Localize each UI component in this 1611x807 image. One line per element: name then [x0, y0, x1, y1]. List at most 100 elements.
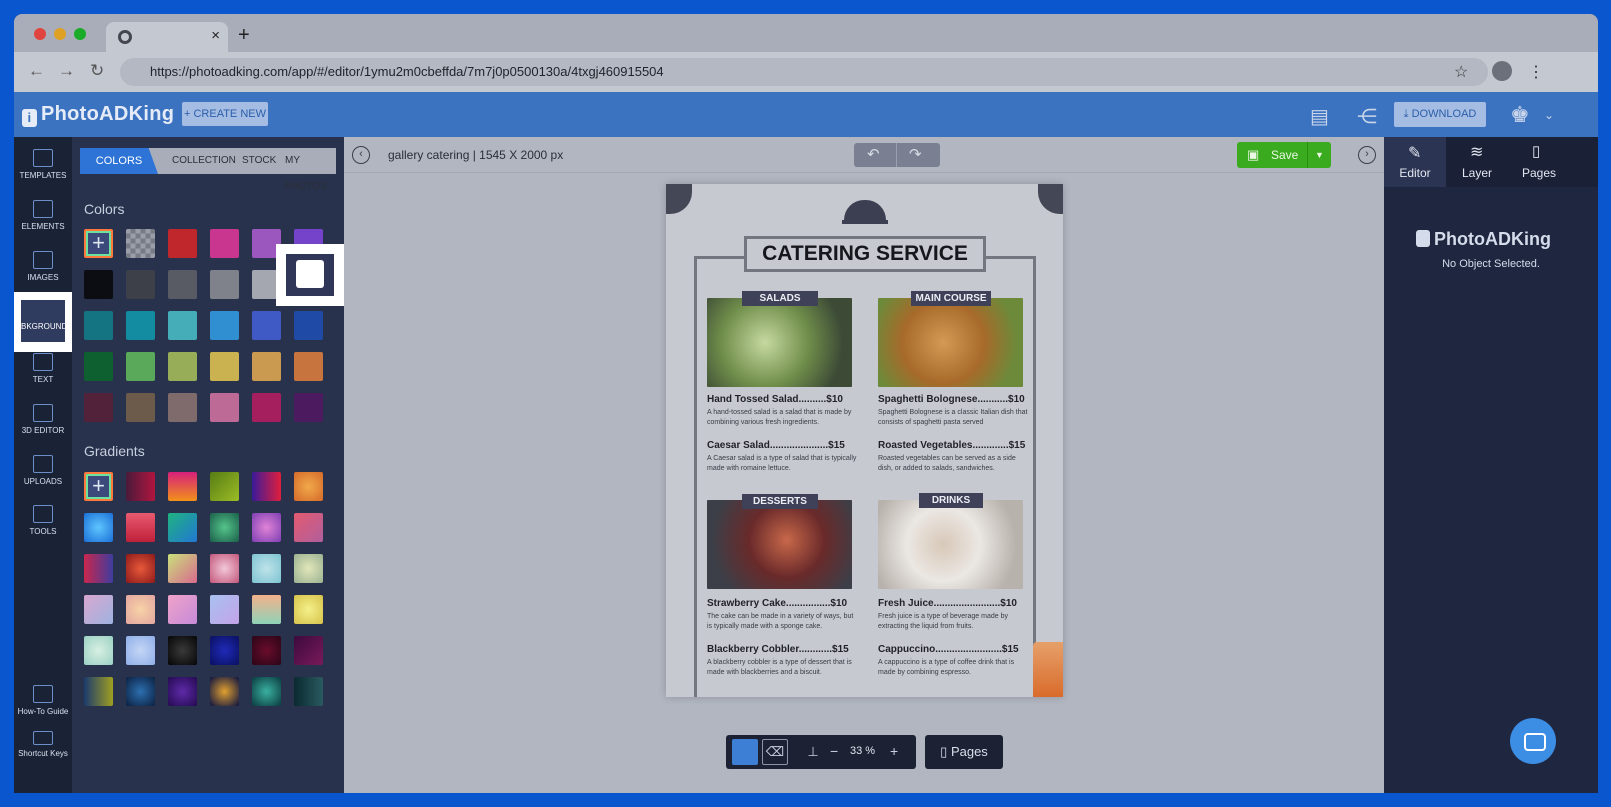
reload-icon[interactable]: ↻ — [90, 61, 104, 81]
tab-layer[interactable]: ≋ Layer — [1446, 137, 1508, 187]
gradient-swatch[interactable] — [126, 636, 155, 665]
gradient-swatch[interactable] — [126, 677, 155, 706]
close-window-dot[interactable] — [34, 28, 46, 40]
color-swatch[interactable] — [252, 311, 281, 340]
profile-avatar-icon[interactable] — [1492, 61, 1512, 81]
gradient-swatch[interactable] — [168, 513, 197, 542]
gradient-swatch[interactable] — [294, 677, 323, 706]
sidebar-item-images[interactable]: IMAGES — [14, 245, 72, 295]
share-icon[interactable]: ⋲ — [1357, 104, 1377, 129]
color-swatch[interactable] — [252, 393, 281, 422]
sidebar-item-text[interactable]: TEXT — [14, 347, 72, 397]
gradient-swatch[interactable] — [294, 513, 323, 542]
gradient-swatch[interactable] — [126, 595, 155, 624]
color-swatch[interactable] — [168, 270, 197, 299]
salads-photo[interactable] — [707, 298, 852, 387]
grid-view-icon[interactable] — [732, 739, 758, 765]
chess-king-icon[interactable]: ♚ — [1510, 102, 1530, 128]
sidebar-item-elements[interactable]: ELEMENTS — [14, 194, 72, 244]
gradient-swatch[interactable] — [210, 636, 239, 665]
sidebar-item-tools[interactable]: TOOLS — [14, 499, 72, 549]
tab-close-icon[interactable]: × — [211, 27, 220, 44]
how-to-guide-button[interactable]: How-To Guide — [14, 679, 72, 729]
drinks-photo[interactable] — [878, 500, 1023, 589]
gradient-swatch[interactable] — [210, 472, 239, 501]
transparent-swatch[interactable] — [126, 229, 155, 258]
color-swatch[interactable] — [126, 311, 155, 340]
color-swatch[interactable] — [210, 229, 239, 258]
sidebar-item-3d-editor[interactable]: 3D EDITOR — [14, 398, 72, 448]
color-swatch[interactable] — [252, 352, 281, 381]
gradient-swatch[interactable] — [168, 595, 197, 624]
shortcut-keys-button[interactable]: Shortcut Keys — [14, 725, 72, 775]
presentation-icon[interactable]: ⊥ — [800, 739, 826, 765]
color-swatch[interactable] — [84, 352, 113, 381]
gradient-swatch[interactable] — [252, 677, 281, 706]
gradient-swatch[interactable] — [252, 636, 281, 665]
tab-colors[interactable]: COLORS — [80, 148, 158, 174]
gradient-swatch[interactable] — [84, 677, 113, 706]
tab-pages[interactable]: ▯ Pages — [1508, 137, 1570, 187]
maximize-window-dot[interactable] — [74, 28, 86, 40]
new-tab-button[interactable]: + — [238, 24, 250, 47]
download-button[interactable]: ⤓ DOWNLOAD — [1394, 102, 1486, 127]
app-logo[interactable]: i PhotoADKing — [22, 103, 174, 127]
gradient-swatch[interactable] — [210, 677, 239, 706]
gradient-swatch[interactable] — [294, 554, 323, 583]
collapse-left-icon[interactable]: ‹ — [352, 146, 370, 164]
tab-stock[interactable]: STOCK — [242, 148, 276, 174]
color-swatch[interactable] — [210, 393, 239, 422]
pages-button[interactable]: ▯ Pages — [925, 735, 1003, 769]
color-swatch[interactable] — [168, 393, 197, 422]
gradient-swatch[interactable] — [168, 554, 197, 583]
gradient-swatch[interactable] — [84, 636, 113, 665]
color-swatch[interactable] — [84, 311, 113, 340]
color-swatch[interactable] — [294, 352, 323, 381]
eraser-icon[interactable]: ⌫ — [762, 739, 788, 765]
save-dropdown-icon[interactable]: ▼ — [1307, 142, 1331, 168]
browser-menu-icon[interactable]: ⋮ — [1528, 62, 1544, 82]
gradient-swatch[interactable] — [252, 554, 281, 583]
collapse-right-icon[interactable]: › — [1358, 146, 1376, 164]
tab-my-photos[interactable]: MY PHOTOS — [285, 148, 336, 192]
white-color-swatch-selected[interactable] — [276, 244, 344, 306]
gradient-swatch[interactable] — [84, 595, 113, 624]
gradient-swatch[interactable] — [210, 513, 239, 542]
minimize-window-dot[interactable] — [54, 28, 66, 40]
color-swatch[interactable] — [168, 229, 197, 258]
gradient-swatch[interactable] — [168, 677, 197, 706]
color-swatch[interactable] — [210, 311, 239, 340]
color-swatch[interactable] — [210, 352, 239, 381]
gradient-swatch[interactable] — [84, 513, 113, 542]
color-add-button[interactable]: + — [84, 229, 113, 258]
poster-title[interactable]: CATERING SERVICE — [744, 236, 986, 272]
color-swatch[interactable] — [126, 270, 155, 299]
color-swatch[interactable] — [210, 270, 239, 299]
sidebar-item-background[interactable]: BKGROUND — [14, 292, 75, 352]
color-swatch[interactable] — [294, 393, 323, 422]
document-title[interactable]: gallery catering | 1545 X 2000 px — [388, 148, 563, 162]
gradient-swatch[interactable] — [168, 636, 197, 665]
sidebar-item-uploads[interactable]: UPLOADS — [14, 449, 72, 499]
tab-collection[interactable]: COLLECTION — [172, 148, 236, 174]
sidebar-item-templates[interactable]: TEMPLATES — [14, 143, 72, 193]
gradient-swatch[interactable] — [252, 472, 281, 501]
desserts-photo[interactable] — [707, 500, 852, 589]
redo-icon[interactable]: ↷ — [909, 145, 922, 163]
gradient-swatch[interactable] — [294, 472, 323, 501]
gradient-swatch[interactable] — [126, 554, 155, 583]
poster-canvas[interactable]: CATERING SERVICE SALADS MAIN COURSE DESS… — [666, 184, 1063, 697]
gradient-swatch[interactable] — [294, 636, 323, 665]
chevron-down-icon[interactable]: ⌄ — [1544, 108, 1554, 122]
create-new-button[interactable]: + CREATE NEW — [182, 102, 268, 126]
gradient-swatch[interactable] — [84, 554, 113, 583]
chat-support-icon[interactable] — [1510, 718, 1556, 764]
color-swatch[interactable] — [168, 352, 197, 381]
feedback-icon[interactable]: ▤ — [1310, 104, 1329, 129]
gradient-swatch[interactable] — [210, 554, 239, 583]
back-icon[interactable]: ← — [28, 61, 45, 81]
tab-editor[interactable]: ✎ Editor — [1384, 137, 1446, 187]
zoom-out-icon[interactable]: − — [830, 743, 838, 759]
gradient-swatch[interactable] — [252, 595, 281, 624]
gradient-swatch[interactable] — [294, 595, 323, 624]
